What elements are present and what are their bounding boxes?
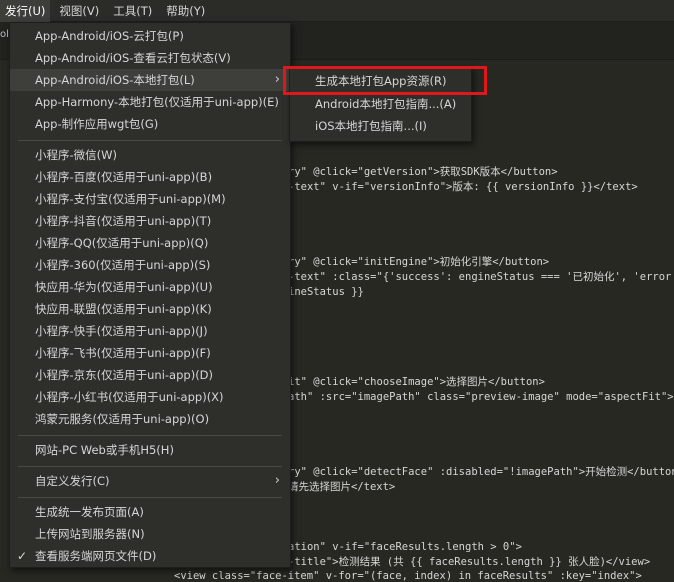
menu-item-mp-jd[interactable]: 小程序-京东(仅适用于uni-app)(D) [10, 364, 290, 386]
chevron-right-icon: › [274, 473, 280, 488]
menu-item-mp-qq[interactable]: 小程序-QQ(仅适用于uni-app)(Q) [10, 232, 290, 254]
menu-item-label: 自定义发行(C) [35, 474, 110, 488]
menu-item-label: 小程序-京东(仅适用于uni-app)(D) [35, 368, 214, 382]
menubar: 发行(U) 视图(V) 工具(T) 帮助(Y) [0, 0, 674, 22]
code-line: ation" v-if="faceResults.length > 0"> [288, 541, 522, 553]
code-line: ry" @click="initEngine">初始化引擎</button> [288, 256, 550, 268]
menu-item-app-local-pack[interactable]: App-Android/iOS-本地打包(L) › [10, 69, 290, 91]
menu-item-label: 网站-PC Web或手机H5(H) [35, 443, 174, 457]
menu-item-view-server-files[interactable]: ✓ 查看服务端网页文件(D) [10, 545, 290, 567]
menu-item-label: 小程序-快手(仅适用于uni-app)(J) [35, 324, 208, 338]
menu-item-mp-douyin[interactable]: 小程序-抖音(仅适用于uni-app)(T) [10, 210, 290, 232]
publish-menu: App-Android/iOS-云打包(P) App-Android/iOS-查… [9, 22, 291, 568]
menu-item-mp-360[interactable]: 小程序-360(仅适用于uni-app)(S) [10, 254, 290, 276]
code-line: ineStatus }} [288, 286, 364, 298]
menu-item-label: 小程序-微信(W) [35, 148, 117, 162]
menu-item-mp-xiaohongshu[interactable]: 小程序-小红书(仅适用于uni-app)(X) [10, 386, 290, 408]
menu-item-label: 小程序-QQ(仅适用于uni-app)(Q) [35, 236, 209, 250]
menu-separator [18, 140, 282, 141]
menu-item-quickapp-huawei[interactable]: 快应用-华为(仅适用于uni-app)(U) [10, 276, 290, 298]
menu-publish[interactable]: 发行(U) [0, 0, 51, 22]
menu-item-app-wgt[interactable]: App-制作应用wgt包(G) [10, 113, 290, 135]
menu-item-label: 快应用-联盟(仅适用于uni-app)(K) [35, 302, 212, 316]
menu-item-mp-kuaishou[interactable]: 小程序-快手(仅适用于uni-app)(J) [10, 320, 290, 342]
menu-item-label: iOS本地打包指南...(I) [315, 119, 427, 133]
code-line: -text" v-if="versionInfo">版本: {{ version… [288, 181, 638, 193]
menu-separator [18, 435, 282, 436]
menu-item-mp-baidu[interactable]: 小程序-百度(仅适用于uni-app)(B) [10, 166, 290, 188]
submenu-item-ios-guide[interactable]: iOS本地打包指南...(I) [290, 115, 471, 137]
menu-item-web-h5[interactable]: 网站-PC Web或手机H5(H) [10, 439, 290, 461]
menu-item-label: 小程序-飞书(仅适用于uni-app)(F) [35, 346, 211, 360]
menu-item-label: 上传网站到服务器(N) [35, 527, 145, 541]
code-line: it" @click="chooseImage">选择图片</button> [288, 376, 545, 388]
code-line: -title">检测结果 (共 {{ faceResults.length }}… [288, 556, 651, 568]
menu-item-mp-alipay[interactable]: 小程序-支付宝(仅适用于uni-app)(M) [10, 188, 290, 210]
menu-item-label: 快应用-华为(仅适用于uni-app)(U) [35, 280, 213, 294]
code-line: <view class="face-item" v-for="(face, in… [174, 570, 642, 582]
menu-tools[interactable]: 工具(T) [108, 0, 157, 22]
submenu-item-android-guide[interactable]: Android本地打包指南...(A) [290, 93, 471, 115]
menu-item-label: 查看服务端网页文件(D) [35, 549, 157, 563]
menu-item-label: App-Android/iOS-云打包(P) [35, 29, 184, 43]
menu-item-label: 小程序-小红书(仅适用于uni-app)(X) [35, 390, 224, 404]
menu-item-label: App-Android/iOS-本地打包(L) [35, 73, 195, 87]
menu-item-label: 鸿蒙元服务(仅适用于uni-app)(O) [35, 412, 210, 426]
menu-item-harmony-atomic-service[interactable]: 鸿蒙元服务(仅适用于uni-app)(O) [10, 408, 290, 430]
menu-item-label: App-Harmony-本地打包(仅适用于uni-app)(E) [35, 95, 279, 109]
menu-item-label: App-制作应用wgt包(G) [35, 117, 159, 131]
menu-separator [18, 466, 282, 467]
code-line: ath" :src="imagePath" class="preview-ima… [288, 391, 674, 403]
menu-item-app-cloud-pack[interactable]: App-Android/iOS-云打包(P) [10, 25, 290, 47]
code-line: ry" @click="getVersion">获取SDK版本</button> [288, 166, 558, 178]
menu-item-label: App-Android/iOS-查看云打包状态(V) [35, 51, 231, 65]
menu-item-label: Android本地打包指南...(A) [315, 97, 457, 111]
menu-item-custom-publish[interactable]: 自定义发行(C) › [10, 470, 290, 492]
menu-item-label: 小程序-百度(仅适用于uni-app)(B) [35, 170, 213, 184]
menu-help[interactable]: 帮助(Y) [161, 0, 210, 22]
checkmark-icon: ✓ [17, 549, 28, 563]
menu-item-label: 小程序-支付宝(仅适用于uni-app)(M) [35, 192, 226, 206]
highlight-annotation-box [283, 66, 487, 95]
menu-item-app-cloud-status[interactable]: App-Android/iOS-查看云打包状态(V) [10, 47, 290, 69]
menu-separator [18, 497, 282, 498]
menu-item-label: 小程序-360(仅适用于uni-app)(S) [35, 258, 211, 272]
menu-item-mp-feishu[interactable]: 小程序-飞书(仅适用于uni-app)(F) [10, 342, 290, 364]
code-line: 请先选择图片</text> [288, 481, 396, 493]
menu-item-mp-weixin[interactable]: 小程序-微信(W) [10, 144, 290, 166]
menu-item-label: 生成统一发布页面(A) [35, 505, 144, 519]
code-line: ry" @click="detectFace" :disabled="!imag… [288, 466, 674, 478]
menu-item-harmony-local-pack[interactable]: App-Harmony-本地打包(仅适用于uni-app)(E) [10, 91, 290, 113]
menu-item-upload-site[interactable]: 上传网站到服务器(N) [10, 523, 290, 545]
menu-item-gen-release-page[interactable]: 生成统一发布页面(A) [10, 501, 290, 523]
chevron-right-icon: › [274, 72, 280, 87]
menu-item-label: 小程序-抖音(仅适用于uni-app)(T) [35, 214, 212, 228]
code-line: -text" :class="{'success': engineStatus … [288, 271, 674, 283]
menu-view[interactable]: 视图(V) [54, 0, 104, 22]
menu-item-quickapp-union[interactable]: 快应用-联盟(仅适用于uni-app)(K) [10, 298, 290, 320]
